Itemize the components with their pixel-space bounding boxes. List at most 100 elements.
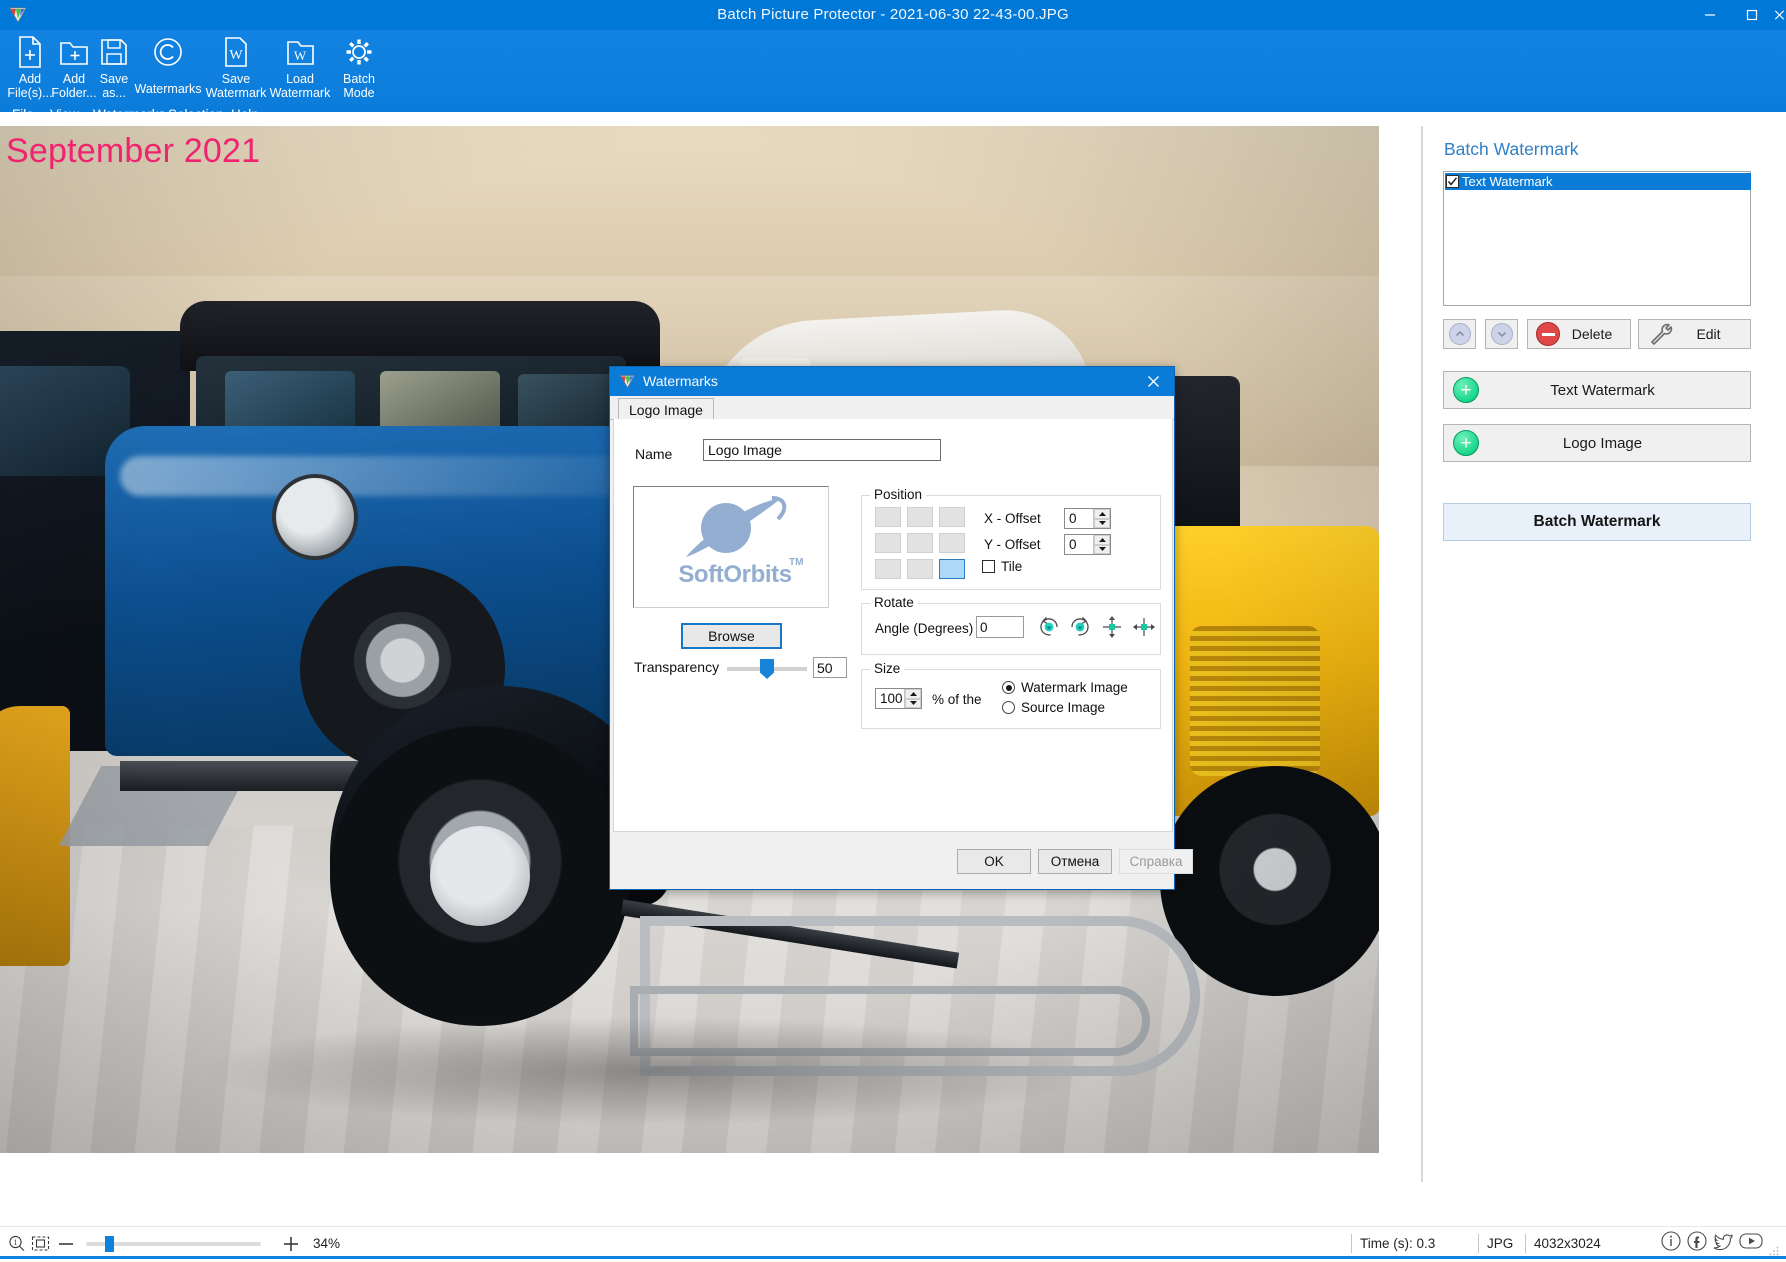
list-item[interactable]: Text Watermark (1445, 173, 1751, 190)
facebook-icon[interactable] (1686, 1230, 1708, 1257)
spinner-up-icon[interactable] (905, 689, 921, 699)
position-cell-middle-left[interactable] (875, 533, 901, 553)
add-text-watermark-button[interactable]: + Text Watermark (1443, 371, 1751, 409)
spinner-up-icon[interactable] (1094, 535, 1110, 545)
dialog-footer: OK Отмена Справка (610, 832, 1193, 891)
tab-logo-image[interactable]: Logo Image (618, 398, 714, 421)
dialog-titlebar: Watermarks (610, 367, 1174, 396)
rotate-ccw-icon[interactable]: ✳ (1037, 615, 1061, 639)
transparency-label: Transparency (634, 659, 720, 675)
batch-watermark-button[interactable]: Batch Watermark (1443, 503, 1751, 541)
position-cell-middle-right[interactable] (939, 533, 965, 553)
name-input[interactable] (703, 439, 941, 461)
y-offset-stepper[interactable]: 0 (1064, 534, 1111, 555)
position-cell-bottom-right[interactable] (939, 559, 965, 579)
position-cell-bottom-left[interactable] (875, 559, 901, 579)
y-offset-arrows[interactable] (1093, 535, 1110, 554)
status-divider (1478, 1234, 1479, 1253)
add-logo-image-button[interactable]: + Logo Image (1443, 424, 1751, 462)
x-offset-arrows[interactable] (1093, 509, 1110, 528)
transparency-slider[interactable] (727, 659, 807, 679)
browse-button[interactable]: Browse (681, 623, 782, 649)
radio-unselected-icon[interactable] (1002, 701, 1015, 714)
twitter-icon[interactable] (1712, 1230, 1734, 1257)
radio-source-image-label: Source Image (1021, 700, 1106, 715)
position-cell-top-right[interactable] (939, 507, 965, 527)
toolbar-background (0, 30, 1786, 112)
dialog-body: Name SoftOrbits TM Browse Transparency (613, 419, 1173, 832)
menu-selection[interactable]: Selection (168, 104, 224, 126)
position-cell-middle-center[interactable] (907, 533, 933, 553)
edit-button[interactable]: Edit (1638, 319, 1751, 349)
size-percent-stepper[interactable]: 100 (875, 688, 922, 709)
radio-watermark-image[interactable]: Watermark Image (1002, 680, 1128, 695)
info-icon[interactable] (1660, 1230, 1682, 1257)
menu-help[interactable]: Help (231, 104, 259, 126)
x-offset-label: X - Offset (984, 511, 1041, 526)
save-watermark-button[interactable]: W Save Watermark (205, 32, 267, 110)
add-logo-image-label: Logo Image (1562, 434, 1643, 452)
watermark-list[interactable]: Text Watermark (1443, 171, 1751, 306)
svg-text:1: 1 (14, 1238, 18, 1247)
spinner-up-icon[interactable] (1094, 509, 1110, 519)
status-divider (1525, 1234, 1526, 1253)
tile-label: Tile (1001, 559, 1023, 574)
radio-source-image[interactable]: Source Image (1002, 700, 1105, 715)
spinner-down-icon[interactable] (1094, 544, 1110, 554)
canvas-bottom-gutter (0, 1153, 1421, 1182)
close-icon[interactable] (1773, 0, 1786, 30)
menu-view[interactable]: View (50, 104, 79, 126)
x-offset-value[interactable]: 0 (1065, 509, 1093, 528)
add-text-watermark-label: Text Watermark (1550, 381, 1655, 399)
close-icon[interactable] (1132, 367, 1174, 396)
planet-icon (674, 495, 792, 566)
spinner-down-icon[interactable] (1094, 518, 1110, 528)
move-down-button[interactable] (1485, 319, 1518, 349)
save-as-button[interactable]: Save as... (90, 32, 138, 110)
youtube-icon[interactable] (1738, 1230, 1764, 1257)
minimize-icon[interactable] (1689, 0, 1731, 30)
flip-horizontal-icon[interactable] (1132, 615, 1156, 639)
checkbox-checked-icon[interactable] (1446, 175, 1459, 188)
ok-button[interactable]: OK (957, 849, 1031, 874)
transparency-input[interactable] (813, 657, 847, 678)
copyright-icon (152, 32, 184, 72)
size-percent-value[interactable]: 100 (876, 689, 904, 708)
svg-text:✳: ✳ (1046, 625, 1051, 632)
panel-title: Batch Watermark (1444, 139, 1579, 159)
load-watermark-button[interactable]: W Load Watermark (269, 32, 331, 110)
rotate-cw-icon[interactable]: ✳ (1068, 615, 1092, 639)
menubar: File View Watermarks Selection Help (0, 104, 1786, 126)
tile-checkbox[interactable] (982, 560, 995, 573)
size-percent-arrows[interactable] (904, 689, 921, 708)
move-up-button[interactable] (1443, 319, 1476, 349)
angle-input[interactable] (976, 616, 1024, 638)
y-offset-value[interactable]: 0 (1065, 535, 1093, 554)
cancel-button[interactable]: Отмена (1038, 849, 1112, 874)
x-offset-stepper[interactable]: 0 (1064, 508, 1111, 529)
batch-mode-button[interactable]: Batch Mode (333, 32, 385, 110)
help-button: Справка (1119, 849, 1193, 874)
radio-selected-icon[interactable] (1002, 681, 1015, 694)
position-cell-bottom-center[interactable] (907, 559, 933, 579)
zoom-slider-handle[interactable] (105, 1236, 114, 1252)
delete-button[interactable]: Delete (1527, 319, 1631, 349)
position-cell-top-center[interactable] (907, 507, 933, 527)
spinner-down-icon[interactable] (905, 698, 921, 708)
position-cell-top-left[interactable] (875, 507, 901, 527)
watermarks-label: Watermarks (134, 82, 202, 96)
app-logo-icon (619, 373, 636, 390)
menu-watermarks[interactable]: Watermarks (93, 104, 165, 126)
slider-handle[interactable] (760, 659, 774, 679)
batch-watermark-panel: Batch Watermark Text Watermark Delete Ed… (1423, 126, 1786, 1226)
maximize-icon[interactable] (1731, 0, 1773, 30)
window-title: Batch Picture Protector - 2021-06-30 22-… (717, 6, 1069, 23)
size-legend: Size (870, 661, 905, 676)
watermarks-button[interactable]: Watermarks (133, 32, 203, 110)
tile-checkbox-row[interactable]: Tile (982, 559, 1022, 574)
flip-vertical-icon[interactable] (1100, 615, 1124, 639)
menu-file[interactable]: File (12, 104, 34, 126)
watermark-overlay-text: September 2021 (6, 132, 261, 170)
resize-grip[interactable] (1768, 1244, 1780, 1262)
position-grid[interactable] (875, 507, 967, 581)
